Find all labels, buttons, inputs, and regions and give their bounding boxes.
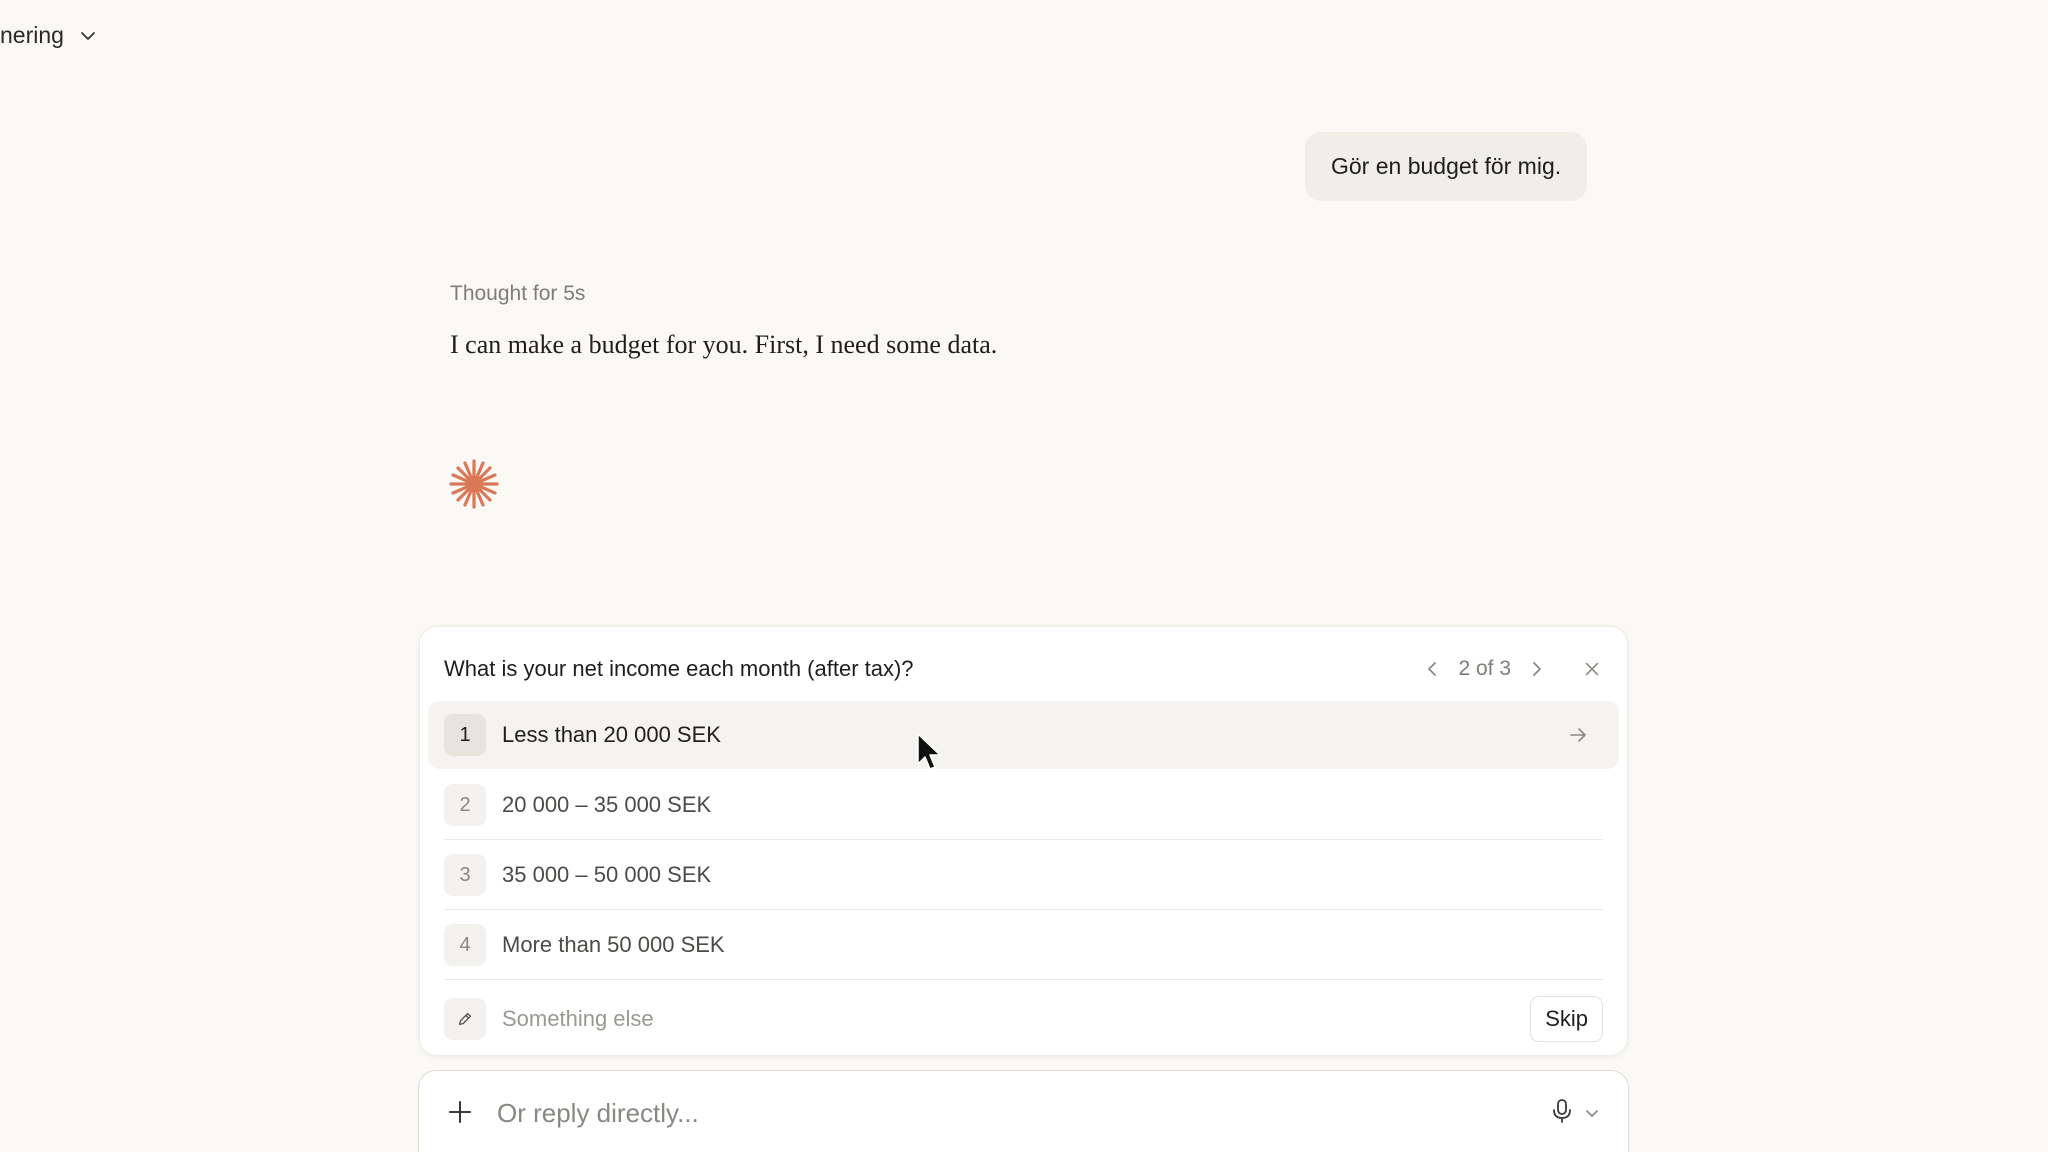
option-2[interactable]: 2 20 000 – 35 000 SEK [428, 771, 1619, 839]
skip-button[interactable]: Skip [1530, 996, 1603, 1042]
project-title: nering [0, 22, 64, 48]
option-label: More than 50 000 SEK [502, 932, 725, 957]
question-pager: 2 of 3 [1422, 657, 1603, 681]
option-label: 20 000 – 35 000 SEK [502, 792, 712, 817]
assistant-message: I can make a budget for you. First, I ne… [450, 330, 998, 359]
mouse-pointer-icon [917, 733, 941, 770]
option-3[interactable]: 3 35 000 – 50 000 SEK [428, 841, 1619, 909]
option-divider [444, 979, 1603, 980]
microphone-icon[interactable] [1548, 1097, 1576, 1125]
option-divider [444, 839, 1603, 840]
question-text: What is your net income each month (afte… [444, 656, 914, 681]
chevron-down-icon [81, 31, 95, 40]
option-4[interactable]: 4 More than 50 000 SEK [428, 911, 1619, 979]
chat-page: nering Gör en budget för mig. Thought fo… [0, 0, 2048, 1152]
thought-toggle[interactable]: Thought for 5s [450, 282, 585, 306]
option-1[interactable]: 1 Less than 20 000 SEK [428, 701, 1619, 769]
reply-composer [418, 1070, 1629, 1152]
pager-text: 2 of 3 [1458, 657, 1511, 680]
option-divider [444, 909, 1603, 910]
option-label: 35 000 – 50 000 SEK [502, 862, 712, 887]
arrow-right-icon [1570, 728, 1586, 742]
option-label: Less than 20 000 SEK [502, 722, 721, 747]
plus-icon[interactable] [445, 1097, 475, 1127]
option-number: 2 [444, 784, 486, 826]
close-question-button[interactable] [1581, 658, 1603, 680]
question-card: What is your net income each month (afte… [419, 626, 1628, 1056]
previous-question-button[interactable] [1422, 658, 1444, 680]
next-question-button[interactable] [1525, 658, 1547, 680]
pencil-icon-badge [444, 998, 486, 1040]
other-answer-input[interactable] [502, 1006, 1531, 1032]
spark-logo-icon [449, 459, 499, 509]
option-number: 4 [444, 924, 486, 966]
user-message-bubble: Gör en budget för mig. [1305, 132, 1588, 201]
reply-input[interactable] [497, 1097, 1548, 1129]
chevron-left-icon [1428, 662, 1437, 676]
chevron-right-icon [1533, 662, 1541, 676]
chevron-down-icon[interactable] [1584, 1105, 1600, 1121]
question-header: What is your net income each month (afte… [444, 649, 1603, 689]
user-message-text: Gör en budget för mig. [1331, 153, 1562, 179]
close-icon [1585, 662, 1599, 676]
other-answer-row: Skip [428, 993, 1619, 1045]
pencil-icon [458, 1012, 472, 1026]
project-selector[interactable]: nering [0, 22, 98, 49]
option-number: 1 [444, 714, 486, 756]
option-number: 3 [444, 854, 486, 896]
